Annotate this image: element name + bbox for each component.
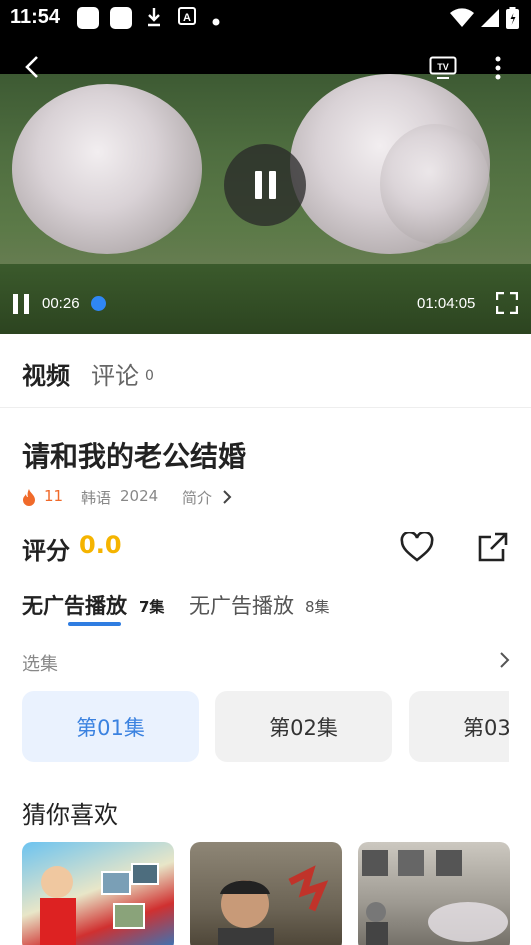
download-icon	[145, 6, 163, 33]
recommend-heading: 猜你喜欢	[22, 801, 118, 829]
app-icon	[77, 7, 99, 29]
progress-slider-thumb[interactable]	[91, 296, 106, 311]
more-options-icon[interactable]	[494, 56, 502, 84]
language: 韩语	[81, 489, 112, 507]
heart-icon[interactable]	[400, 530, 434, 566]
source-tab-indicator	[68, 622, 121, 626]
signal-icon	[480, 8, 500, 32]
episodes-label: 选集	[22, 654, 58, 675]
tv-cast-icon[interactable]: TV	[429, 56, 457, 84]
episode-button[interactable]: 第03集	[409, 691, 509, 762]
rating-value: 0.0	[79, 531, 122, 559]
status-time: 11:54	[10, 6, 61, 28]
intro-label: 简介	[182, 489, 213, 507]
recommendation-poster[interactable]	[22, 842, 174, 945]
total-duration: 01:04:05	[417, 295, 476, 312]
player-top-bar: TV	[0, 36, 531, 96]
svg-text:TV: TV	[437, 62, 449, 72]
flame-icon	[22, 488, 36, 510]
year: 2024	[120, 487, 159, 505]
current-time: 00:26	[42, 295, 80, 312]
pause-icon	[254, 171, 276, 199]
chevron-right-icon[interactable]	[499, 651, 511, 673]
tab-comments[interactable]: 评论	[91, 356, 139, 391]
source-tab-2-count: 8集	[305, 598, 330, 616]
dot-icon	[211, 11, 221, 32]
show-title: 请和我的老公结婚	[22, 440, 247, 473]
heat-count: 11	[44, 487, 64, 505]
center-pause-button[interactable]	[224, 144, 306, 226]
episode-list-overflow: 第03集	[409, 691, 509, 762]
status-bar: 11:54 A	[0, 0, 531, 36]
battery-icon	[506, 7, 519, 33]
tab-video[interactable]: 视频	[22, 356, 70, 391]
source-tab-2[interactable]: 无广告播放	[189, 590, 294, 620]
wifi-icon	[450, 8, 474, 32]
recommendation-poster[interactable]	[358, 842, 510, 945]
source-tab-1-count: 7集	[139, 598, 165, 616]
intro-link[interactable]: 简介	[182, 487, 212, 508]
content-tabs: 视频 评论 0	[0, 334, 531, 408]
rating-label: 评分	[22, 537, 70, 565]
chevron-right-icon[interactable]	[222, 489, 232, 509]
svg-text:A: A	[183, 12, 191, 24]
app-icon	[110, 7, 132, 29]
recommendation-poster[interactable]	[190, 842, 342, 945]
video-player[interactable]: TV 00:26 01:04:05	[0, 36, 531, 334]
comment-count: 0	[145, 368, 154, 384]
fullscreen-icon[interactable]	[495, 291, 519, 318]
episode-button[interactable]: 第02集	[215, 691, 392, 762]
a-icon: A	[178, 6, 196, 31]
player-bottom-bar: 00:26 01:04:05	[0, 288, 531, 322]
share-icon[interactable]	[477, 531, 509, 567]
episode-button[interactable]: 第01集	[22, 691, 199, 762]
back-icon[interactable]	[22, 54, 44, 84]
source-tab-1[interactable]: 无广告播放	[22, 590, 127, 620]
pause-icon[interactable]	[12, 294, 30, 318]
